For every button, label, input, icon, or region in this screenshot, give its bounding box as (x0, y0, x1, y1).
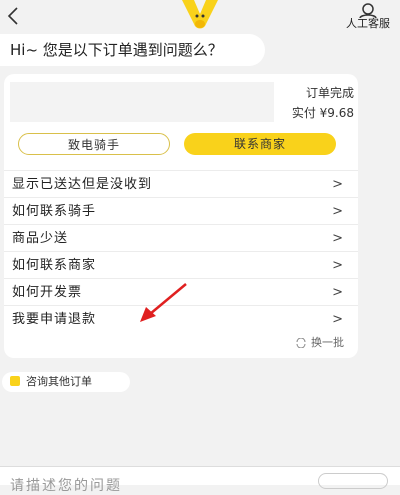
question-label: 我要申请退款 (12, 312, 97, 327)
chevron-right-icon: > (332, 231, 344, 246)
bottom-action-button[interactable] (318, 473, 388, 489)
message-input-bar: 请描述您的问题 (0, 466, 400, 494)
document-icon (10, 376, 20, 386)
order-price: 实付 ¥9.68 (291, 106, 354, 120)
order-summary-placeholder[interactable] (10, 82, 274, 122)
other-orders-button[interactable]: 咨询其他订单 (2, 372, 130, 392)
chevron-right-icon: > (332, 285, 344, 300)
question-item[interactable]: 显示已送达但是没收到 > (4, 170, 358, 197)
other-orders-label: 咨询其他订单 (26, 375, 92, 388)
greeting-bubble: Hi~ 您是以下订单遇到问题么？ (0, 34, 265, 66)
top-bar: 人工客服 (0, 0, 400, 34)
question-item[interactable]: 商品少送 > (4, 224, 358, 251)
question-label: 商品少送 (12, 231, 69, 246)
chevron-right-icon: > (332, 258, 344, 273)
headset-agent-icon (359, 3, 377, 18)
mascot-logo (182, 0, 218, 29)
question-item-refund[interactable]: 我要申请退款 > (4, 305, 358, 332)
question-label: 如何联系商家 (12, 258, 97, 273)
question-item[interactable]: 如何联系骑手 > (4, 197, 358, 224)
order-status: 订单完成 (305, 86, 354, 100)
question-item[interactable]: 如何联系商家 > (4, 251, 358, 278)
message-input[interactable]: 请描述您的问题 (10, 475, 122, 495)
refresh-icon (296, 337, 306, 349)
chevron-right-icon: > (332, 177, 344, 192)
refresh-label: 换一批 (311, 336, 344, 349)
customer-service-button[interactable]: 人工客服 (340, 2, 396, 32)
order-help-card: 订单完成 实付 ¥9.68 致电骑手 联系商家 显示已送达但是没收到 > 如何联… (4, 74, 358, 358)
question-item[interactable]: 如何开发票 > (4, 278, 358, 305)
chevron-right-icon: > (332, 204, 344, 219)
question-label: 如何联系骑手 (12, 204, 97, 219)
refresh-button[interactable]: 换一批 (295, 334, 344, 350)
question-list: 显示已送达但是没收到 > 如何联系骑手 > 商品少送 > 如何联系商家 > 如何… (4, 170, 358, 332)
call-rider-button[interactable]: 致电骑手 (18, 133, 170, 155)
question-label: 如何开发票 (12, 285, 83, 300)
contact-merchant-button[interactable]: 联系商家 (184, 133, 336, 155)
chevron-right-icon: > (332, 312, 344, 327)
chevron-left-icon[interactable] (6, 6, 20, 26)
customer-service-label: 人工客服 (346, 17, 390, 30)
question-label: 显示已送达但是没收到 (12, 177, 153, 192)
